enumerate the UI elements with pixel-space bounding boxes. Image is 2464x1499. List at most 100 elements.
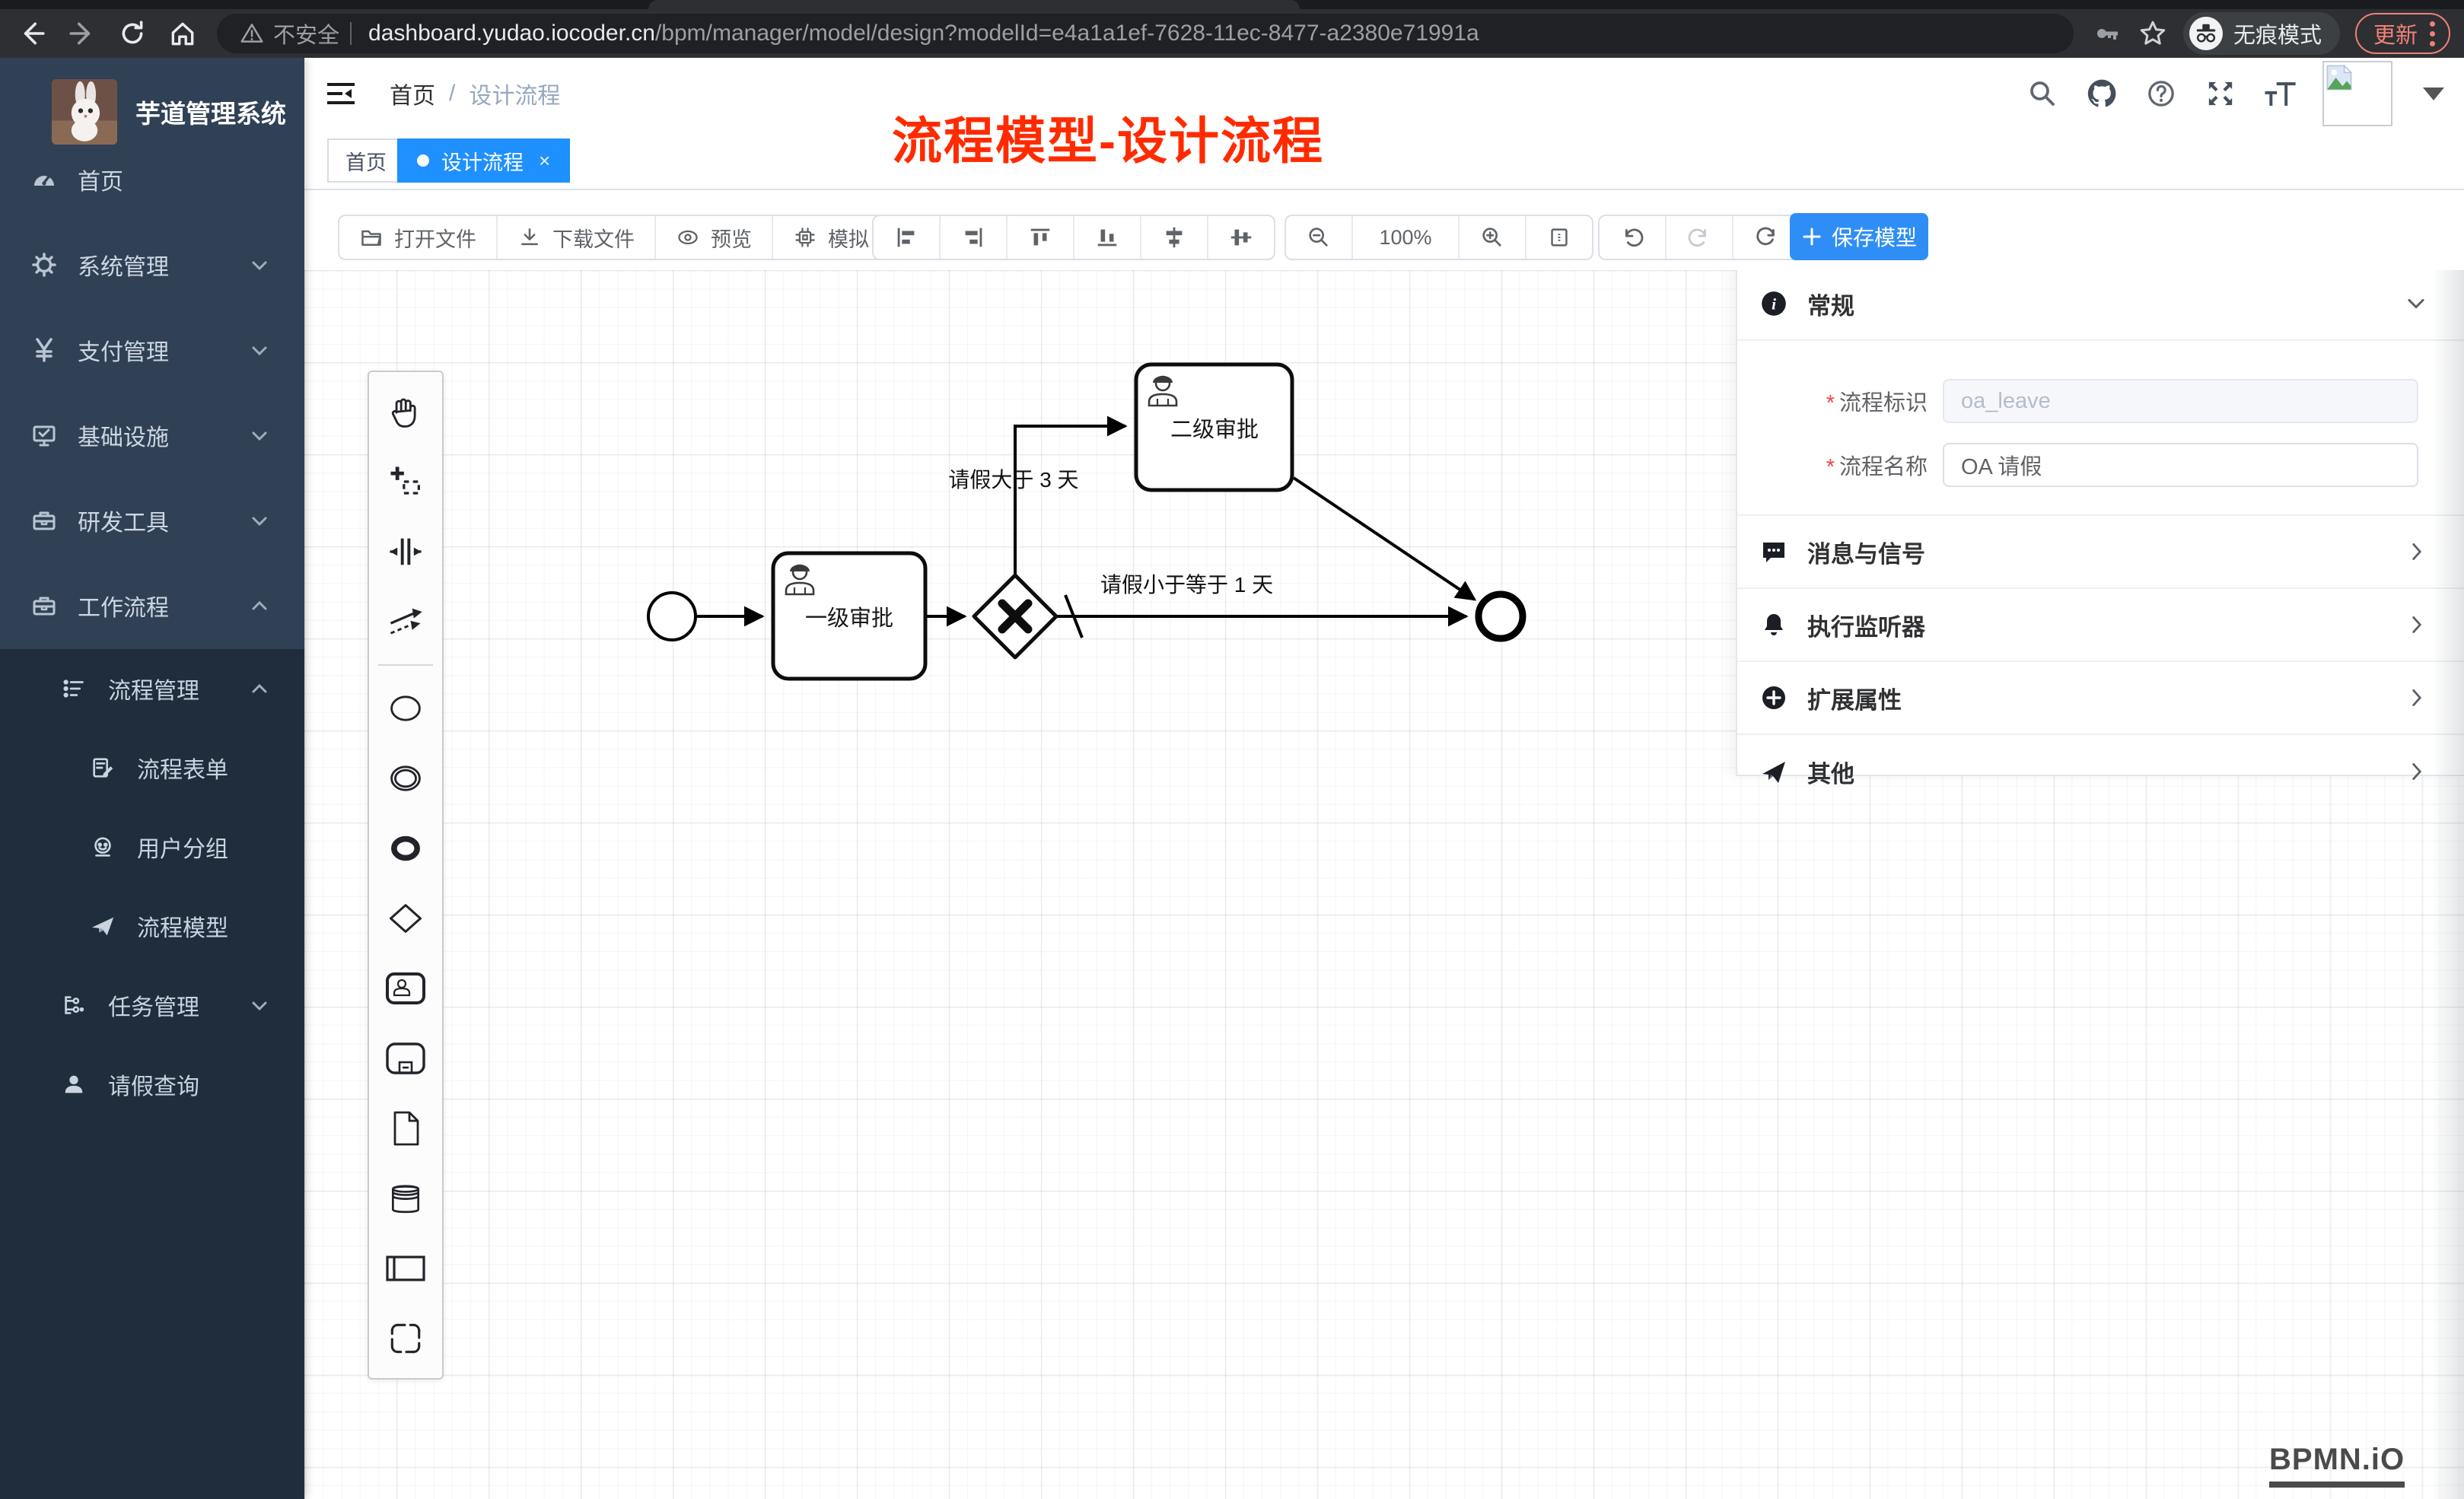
sidebar-item-label: 请假查询: [108, 1068, 304, 1101]
incognito-icon: [2189, 17, 2223, 50]
sidebar-item-process-mgmt[interactable]: 流程管理: [0, 649, 304, 728]
key-icon[interactable]: [2092, 18, 2122, 49]
sidebar-item-label: 流程模型: [137, 909, 304, 943]
align-right-icon[interactable]: [941, 216, 1008, 259]
bookmark-star-icon[interactable]: [2138, 18, 2168, 49]
browser-active-tab[interactable]: [648, 0, 1300, 9]
section-message-signal[interactable]: 消息与信号: [1737, 516, 2464, 589]
section-other[interactable]: 其他: [1737, 735, 2464, 808]
chevron-up-icon: [248, 677, 271, 700]
back-icon[interactable]: [17, 18, 47, 49]
process-name-input[interactable]: [1943, 443, 2418, 487]
github-icon[interactable]: [2085, 77, 2119, 110]
create-data-store[interactable]: [369, 1163, 442, 1233]
section-title: 常规: [1807, 287, 2403, 321]
section-extended-attrs[interactable]: 扩展属性: [1737, 662, 2464, 735]
preview-button[interactable]: 预览: [656, 216, 773, 259]
sidebar-item-infra[interactable]: 基础设施: [0, 393, 304, 478]
reload-icon[interactable]: [117, 18, 148, 49]
help-icon[interactable]: [2144, 77, 2178, 110]
create-user-task[interactable]: [369, 953, 442, 1023]
align-top-icon[interactable]: [1008, 216, 1074, 259]
tab-label: 设计流程: [441, 146, 524, 176]
sidebar-item-home[interactable]: 首页: [0, 137, 304, 222]
zoom-reset-icon[interactable]: [1526, 216, 1592, 259]
create-end-event[interactable]: [369, 813, 442, 883]
lasso-tool[interactable]: [369, 447, 442, 517]
process-key-input[interactable]: [1943, 379, 2418, 423]
download-file-button[interactable]: 下载文件: [498, 216, 656, 259]
sidebar-item-task-mgmt[interactable]: 任务管理: [0, 966, 304, 1045]
sidebar-item-user-group[interactable]: 用户分组: [0, 807, 304, 886]
avatar-dropdown-icon[interactable]: [2423, 88, 2444, 100]
incognito-badge: 无痕模式: [2183, 12, 2340, 55]
plus-circle-icon: [1759, 683, 1789, 713]
breadcrumb-home[interactable]: 首页: [390, 77, 435, 110]
bpmn-io-watermark[interactable]: BPMN.iO: [2269, 1443, 2405, 1488]
form-edit-icon: [90, 755, 116, 781]
sidebar-item-system[interactable]: 系统管理: [0, 222, 304, 307]
app-title: 芋道管理系统: [135, 94, 286, 130]
create-participant[interactable]: [369, 1233, 442, 1303]
connection-tool[interactable]: [369, 587, 442, 657]
avatar[interactable]: [2322, 61, 2392, 126]
fullscreen-icon[interactable]: [2204, 77, 2237, 110]
search-icon[interactable]: [2026, 77, 2059, 110]
align-center-horizontal-icon[interactable]: [1141, 216, 1208, 259]
forward-icon[interactable]: [67, 18, 97, 49]
zoom-button-group: 100%: [1285, 215, 1593, 260]
save-model-button[interactable]: 保存模型: [1790, 213, 1928, 260]
button-label: 预览: [711, 223, 752, 253]
sidebar-item-workflow[interactable]: 工作流程: [0, 563, 304, 648]
zoom-in-icon[interactable]: [1460, 216, 1526, 259]
create-intermediate-event[interactable]: [369, 743, 442, 813]
zoom-out-icon[interactable]: [1286, 216, 1353, 259]
gear-icon: [30, 251, 58, 278]
face-icon: [90, 834, 116, 860]
url-path: /bpm/manager/model/design?modelId=e4a1a1…: [655, 21, 1479, 46]
redo-icon[interactable]: [1667, 216, 1733, 259]
tab-close-icon[interactable]: ×: [539, 149, 550, 173]
toolbox-icon: [30, 507, 58, 534]
hand-tool[interactable]: [369, 377, 442, 447]
sidebar-item-label: 任务管理: [108, 988, 248, 1022]
sidebar-item-label: 系统管理: [78, 248, 248, 282]
align-center-vertical-icon[interactable]: [1208, 216, 1274, 259]
sidebar-item-process-form[interactable]: 流程表单: [0, 728, 304, 807]
undo-icon[interactable]: [1600, 216, 1667, 259]
tab-design-active[interactable]: 设计流程 ×: [397, 138, 570, 183]
section-general[interactable]: i 常规: [1737, 268, 2464, 341]
monitor-check-icon: [30, 422, 58, 449]
url-bar[interactable]: 不安全 dashboard.yudao.iocoder.cn/bpm/manag…: [217, 14, 2074, 53]
user-icon: [61, 1071, 87, 1097]
canvas-edge-scroll[interactable]: [2432, 270, 2464, 1499]
designer-toolbar: 打开文件 下载文件 预览 模拟 100% 保存模型: [304, 190, 2464, 270]
paper-plane-icon: [90, 913, 116, 939]
broken-image-icon: [2324, 62, 2354, 93]
field-label: *流程标识: [1737, 385, 1928, 417]
home-icon[interactable]: [167, 18, 198, 49]
space-tool[interactable]: [369, 517, 442, 587]
create-group[interactable]: [369, 1303, 442, 1373]
create-start-event[interactable]: [369, 673, 442, 743]
breadcrumb-current: 设计流程: [469, 77, 560, 110]
align-left-icon[interactable]: [874, 216, 941, 259]
align-bottom-icon[interactable]: [1074, 216, 1141, 259]
sidebar-item-leave-query[interactable]: 请假查询: [0, 1045, 304, 1124]
sidebar-item-label: 首页: [78, 163, 304, 196]
button-label: 下载文件: [552, 223, 635, 253]
sidebar-item-payment[interactable]: 支付管理: [0, 307, 304, 393]
create-subprocess[interactable]: [369, 1023, 442, 1093]
browser-menu-icon[interactable]: [2430, 21, 2435, 46]
sidebar-item-devtools[interactable]: 研发工具: [0, 478, 304, 563]
update-button[interactable]: 更新: [2355, 13, 2450, 54]
sidebar-collapse-icon[interactable]: [324, 77, 358, 110]
section-title: 扩展属性: [1807, 681, 2405, 715]
font-size-icon[interactable]: [2263, 77, 2297, 110]
create-data-object[interactable]: [369, 1093, 442, 1163]
create-gateway[interactable]: [369, 883, 442, 953]
tab-home[interactable]: 首页: [327, 138, 405, 183]
open-file-button[interactable]: 打开文件: [339, 216, 498, 259]
sidebar-item-process-model[interactable]: 流程模型: [0, 886, 304, 966]
section-execution-listener[interactable]: 执行监听器: [1737, 589, 2464, 662]
